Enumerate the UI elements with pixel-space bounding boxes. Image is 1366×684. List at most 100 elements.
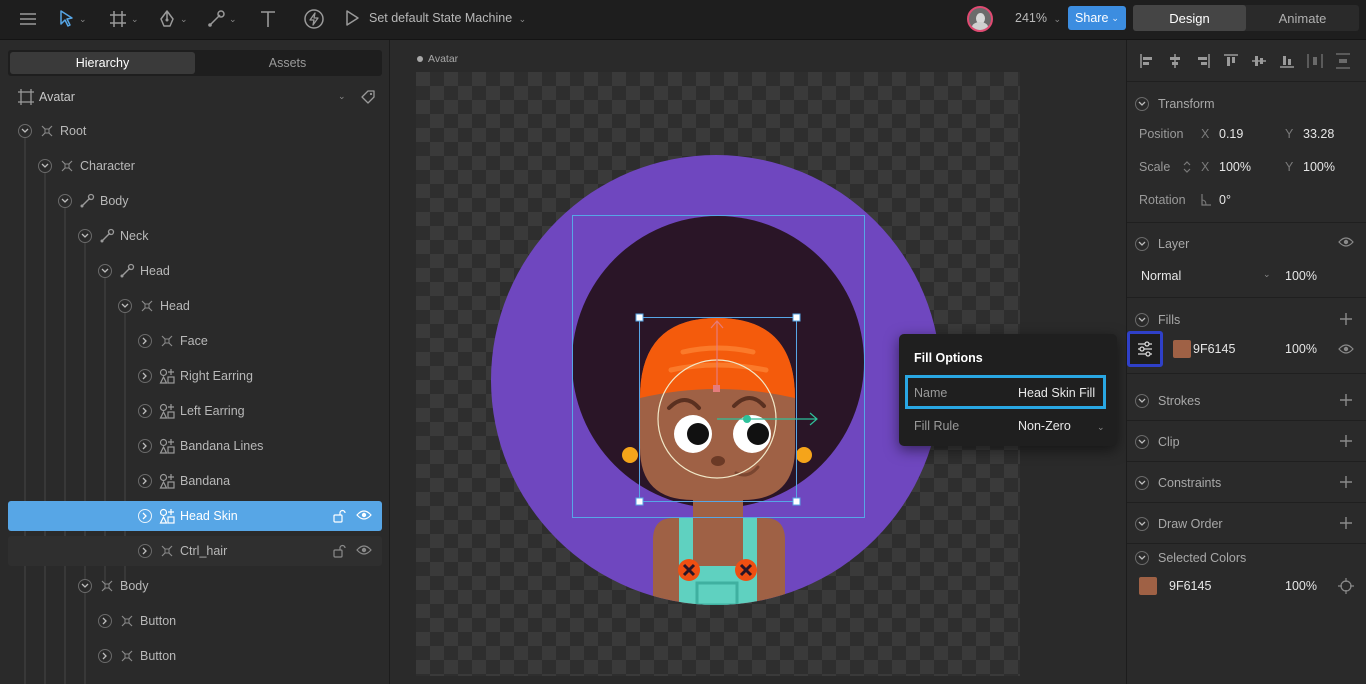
- eye-icon[interactable]: [1338, 343, 1354, 358]
- layer-header[interactable]: Layer: [1127, 230, 1366, 256]
- add-fill-button[interactable]: [1338, 311, 1354, 327]
- chevron-down-icon[interactable]: [1135, 551, 1149, 565]
- bone-tool-button[interactable]: ⌄: [206, 8, 237, 30]
- chevron-down-icon[interactable]: ⌄: [1263, 269, 1271, 280]
- tab-assets[interactable]: Assets: [195, 52, 380, 74]
- add-clip-button[interactable]: [1338, 433, 1354, 449]
- chevron-down-icon[interactable]: [1135, 237, 1149, 251]
- fill-color-swatch[interactable]: [1173, 340, 1191, 358]
- fill-name-field[interactable]: Head Skin Fill: [1018, 386, 1095, 400]
- chevron-right-icon[interactable]: [138, 474, 152, 488]
- rotation-input[interactable]: 0°: [1219, 193, 1231, 207]
- chevron-down-icon[interactable]: [98, 264, 112, 278]
- constraints-header[interactable]: Constraints: [1127, 469, 1366, 495]
- tree-row[interactable]: Body: [8, 571, 382, 601]
- align-center-h-icon[interactable]: [1167, 53, 1183, 72]
- clip-header[interactable]: Clip: [1127, 428, 1366, 454]
- chevron-down-icon[interactable]: ⌄: [1097, 422, 1105, 433]
- tab-design[interactable]: Design: [1133, 5, 1246, 31]
- add-constraints-button[interactable]: [1338, 474, 1354, 490]
- clip-section[interactable]: Clip: [1127, 421, 1366, 462]
- chevron-right-icon[interactable]: [138, 439, 152, 453]
- tree-row[interactable]: Body: [8, 186, 382, 216]
- chevron-right-icon[interactable]: [138, 509, 152, 523]
- scale-y-input[interactable]: 100%: [1303, 160, 1335, 174]
- tree-row[interactable]: Left Earring: [8, 396, 382, 426]
- tag-icon[interactable]: [360, 89, 376, 108]
- blend-mode-select[interactable]: Normal: [1141, 269, 1181, 283]
- unlock-icon[interactable]: [332, 509, 346, 526]
- fills-header[interactable]: Fills: [1127, 306, 1366, 332]
- tree-row[interactable]: Button: [8, 606, 382, 636]
- tree-row[interactable]: Bandana Lines: [8, 431, 382, 461]
- tab-hierarchy[interactable]: Hierarchy: [10, 52, 195, 74]
- text-tool-button[interactable]: [258, 8, 278, 30]
- selected-colors-header[interactable]: Selected Colors: [1127, 544, 1366, 570]
- chevron-down-icon[interactable]: [1135, 394, 1149, 408]
- chevron-right-icon[interactable]: [98, 649, 112, 663]
- position-y-input[interactable]: 33.28: [1303, 127, 1334, 141]
- align-top-icon[interactable]: [1223, 53, 1239, 72]
- align-left-icon[interactable]: [1139, 53, 1155, 72]
- chevron-down-icon[interactable]: [38, 159, 52, 173]
- eye-icon[interactable]: [1338, 236, 1354, 251]
- chevron-down-icon[interactable]: [1135, 313, 1149, 327]
- menu-icon[interactable]: [18, 8, 38, 30]
- eye-icon[interactable]: [356, 544, 372, 559]
- strokes-section[interactable]: Strokes: [1127, 380, 1366, 421]
- pen-tool-button[interactable]: ⌄: [157, 8, 188, 30]
- add-draw-order-button[interactable]: [1338, 515, 1354, 531]
- share-button[interactable]: Share ⌄: [1068, 6, 1126, 30]
- transform-header[interactable]: Transform: [1127, 90, 1366, 116]
- tree-row[interactable]: Button: [8, 641, 382, 671]
- draw-order-header[interactable]: Draw Order: [1127, 510, 1366, 536]
- chevron-down-icon[interactable]: [1135, 517, 1149, 531]
- fill-hex-input[interactable]: 9F6145: [1193, 342, 1235, 356]
- artboard-tool-button[interactable]: ⌄: [108, 8, 139, 30]
- chevron-right-icon[interactable]: [138, 369, 152, 383]
- tree-row[interactable]: Head: [8, 256, 382, 286]
- tree-row[interactable]: Root: [8, 116, 382, 146]
- chevron-down-icon[interactable]: [78, 229, 92, 243]
- eye-icon[interactable]: [356, 509, 372, 524]
- fill-options-button[interactable]: [1127, 331, 1163, 367]
- select-tool-button[interactable]: ⌄: [58, 8, 87, 30]
- tree-row[interactable]: Face: [8, 326, 382, 356]
- tree-row[interactable]: Head Skin: [8, 501, 382, 531]
- link-scale-icon[interactable]: [1183, 160, 1191, 177]
- position-x-input[interactable]: 0.19: [1219, 127, 1243, 141]
- fill-rule-select[interactable]: Non-Zero: [1018, 419, 1071, 433]
- scale-x-input[interactable]: 100%: [1219, 160, 1251, 174]
- distribute-horizontal-icon[interactable]: [1307, 53, 1323, 72]
- align-bottom-icon[interactable]: [1279, 53, 1295, 72]
- chevron-down-icon[interactable]: [1135, 97, 1149, 111]
- unlock-icon[interactable]: [332, 544, 346, 561]
- crosshair-icon[interactable]: [1338, 578, 1354, 597]
- add-strokes-button[interactable]: [1338, 392, 1354, 408]
- chevron-down-icon[interactable]: [1135, 435, 1149, 449]
- user-avatar[interactable]: [967, 6, 993, 32]
- strokes-header[interactable]: Strokes: [1127, 387, 1366, 413]
- fill-opacity-input[interactable]: 100%: [1285, 342, 1317, 356]
- chevron-right-icon[interactable]: [138, 544, 152, 558]
- draw-order-section[interactable]: Draw Order: [1127, 503, 1366, 544]
- play-icon[interactable]: [344, 9, 360, 30]
- selected-color-swatch[interactable]: [1139, 577, 1157, 595]
- chevron-down-icon[interactable]: [118, 299, 132, 313]
- constraints-section[interactable]: Constraints: [1127, 462, 1366, 503]
- zoom-selector[interactable]: 241% ⌄: [1015, 11, 1061, 25]
- chevron-right-icon[interactable]: [98, 614, 112, 628]
- tree-row[interactable]: Right Earring: [8, 361, 382, 391]
- chevron-down-icon[interactable]: [1135, 476, 1149, 490]
- artboard-selector[interactable]: Avatar ⌄: [0, 86, 389, 108]
- tree-row[interactable]: Neck: [8, 221, 382, 251]
- tree-row[interactable]: Head: [8, 291, 382, 321]
- events-tool-button[interactable]: [303, 8, 325, 30]
- tab-animate[interactable]: Animate: [1246, 5, 1359, 31]
- chevron-down-icon[interactable]: [58, 194, 72, 208]
- align-center-v-icon[interactable]: [1251, 53, 1267, 72]
- layer-opacity-input[interactable]: 100%: [1285, 269, 1317, 283]
- state-machine-selector[interactable]: Set default State Machine ⌄: [369, 11, 526, 25]
- tree-row[interactable]: Character: [8, 151, 382, 181]
- chevron-down-icon[interactable]: [78, 579, 92, 593]
